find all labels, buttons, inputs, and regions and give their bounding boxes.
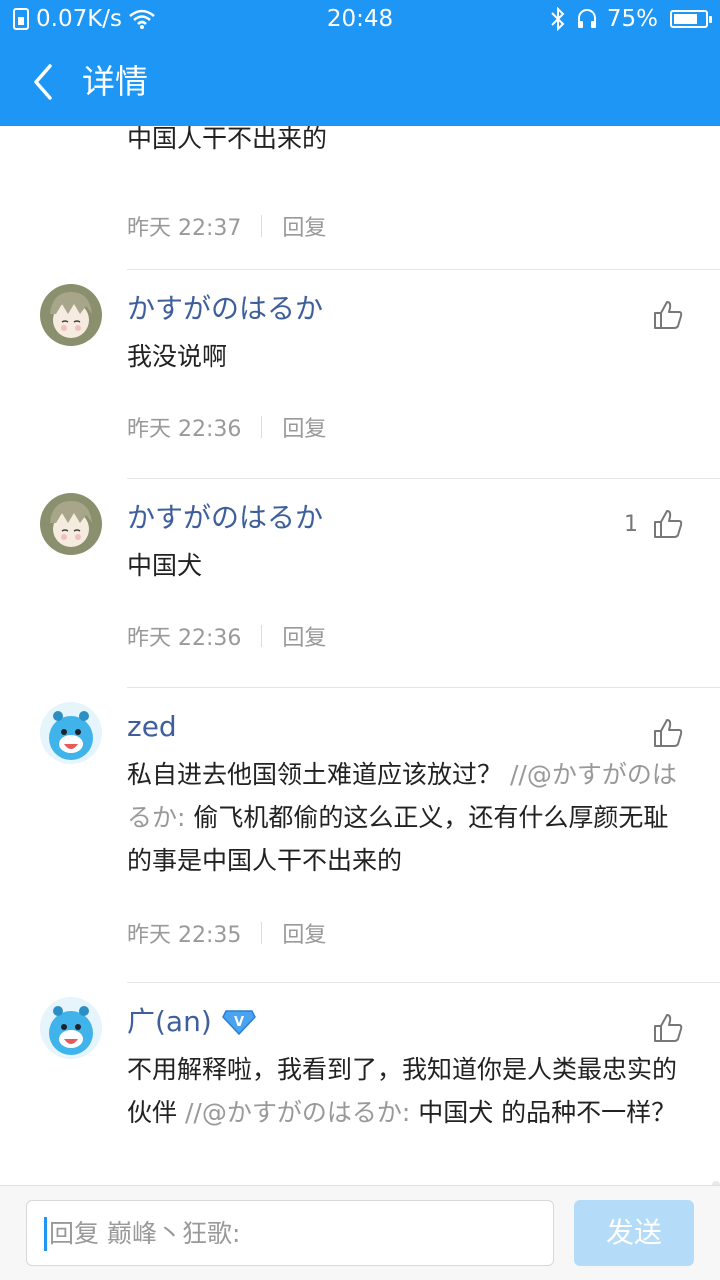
divider: [127, 687, 720, 688]
comment-meta: 昨天 22:36 回复: [127, 411, 326, 443]
send-button[interactable]: 发送: [574, 1200, 694, 1266]
comment-meta: 昨天 22:36 回复: [127, 620, 326, 652]
like-button[interactable]: 1: [624, 508, 684, 540]
quote-text: 偷飞机都偷的这么正义，还有什么厚颜无耻的事是中国人干不出来的: [127, 803, 669, 875]
reply-link[interactable]: 回复: [282, 210, 326, 242]
comment-body: 私自进去他国领土难道应该放过？ //@かすがのはるか: 偷飞机都偷的这么正义，还…: [127, 753, 687, 882]
divider: [127, 982, 720, 983]
verified-badge-icon: V: [221, 1010, 256, 1035]
back-arrow-icon[interactable]: [24, 60, 64, 104]
reply-link[interactable]: 回复: [282, 411, 326, 443]
user-name-row: 广(an) V: [127, 1004, 256, 1040]
user-avatar[interactable]: [40, 702, 102, 764]
comment-body: 偷飞机都偷的这么正义，还有什么厚颜无耻的事是中国人干不出来的: [127, 126, 328, 153]
battery-icon: [670, 10, 712, 28]
comment-time: 昨天 22:36: [127, 417, 242, 442]
user-name[interactable]: 广(an): [127, 1004, 212, 1040]
text-caret: [44, 1217, 47, 1251]
thumbs-up-icon: [654, 1014, 683, 1042]
user-avatar[interactable]: [40, 493, 102, 555]
comment-meta: 昨天 22:37 回复: [127, 210, 326, 242]
thumbs-up-icon: [654, 719, 683, 747]
thumbs-up-icon: [654, 301, 683, 329]
reply-placeholder: 回复 巅峰丶狂歌:: [49, 1219, 241, 1248]
divider: [127, 269, 720, 270]
page-title: 详情: [82, 62, 148, 101]
quote-ref[interactable]: //@かすがのはるか:: [185, 1098, 410, 1127]
comment-list: 偷飞机都偷的这么正义，还有什么厚颜无耻的事是中国人干不出来的 昨天 22:37 …: [0, 126, 720, 1185]
comment-time: 昨天 22:36: [127, 626, 242, 651]
quote-text: 中国犬 的品种不一样？: [418, 1098, 677, 1127]
bluetooth-icon: [551, 7, 565, 31]
like-button[interactable]: [638, 717, 684, 749]
headset-icon: [577, 9, 596, 28]
reply-link[interactable]: 回复: [282, 620, 326, 652]
reply-input[interactable]: 回复 巅峰丶狂歌:: [26, 1200, 554, 1266]
comment-text: 私自进去他国领土难道应该放过？: [127, 760, 503, 789]
user-avatar[interactable]: [40, 997, 102, 1059]
divider: [127, 478, 720, 479]
comment-meta: 昨天 22:35 回复: [127, 917, 326, 949]
comment-time: 昨天 22:37: [127, 216, 242, 241]
status-bar: 0.07K/s 20:48 75%: [0, 0, 720, 38]
battery-percent: 75%: [606, 6, 658, 32]
svg-text:V: V: [234, 1015, 244, 1030]
comment-time: 昨天 22:35: [127, 923, 242, 948]
app-bar: 详情: [0, 38, 720, 126]
comment-body: 不用解释啦，我看到了，我知道你是人类最忠实的伙伴 //@かすがのはるか: 中国犬…: [127, 1048, 687, 1134]
like-button[interactable]: [638, 1012, 684, 1044]
user-name[interactable]: zed: [127, 709, 177, 745]
reply-link[interactable]: 回复: [282, 917, 326, 949]
like-count: 1: [624, 511, 638, 537]
user-avatar[interactable]: [40, 284, 102, 346]
like-button[interactable]: [638, 299, 684, 331]
user-name[interactable]: かすがのはるか: [127, 500, 323, 536]
comment-body: 中国犬: [127, 551, 203, 580]
thumbs-up-icon: [654, 510, 683, 538]
user-name[interactable]: かすがのはるか: [127, 291, 323, 327]
reply-bar: 回复 巅峰丶狂歌: 发送: [0, 1185, 720, 1280]
comment-body: 我没说啊: [127, 342, 228, 371]
